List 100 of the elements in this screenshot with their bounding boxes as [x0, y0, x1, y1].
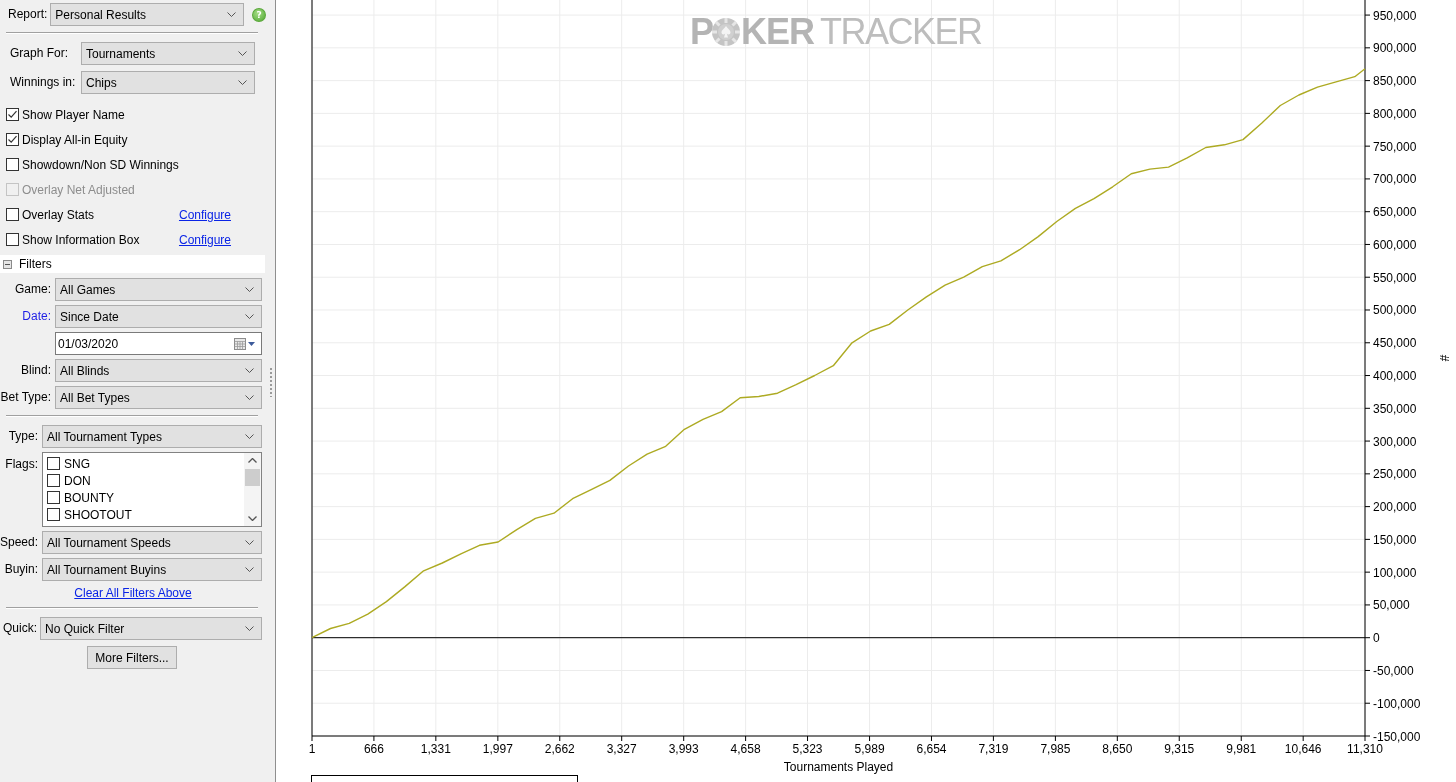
axis-tick-label: 8,650: [1102, 742, 1133, 756]
dropdown[interactable]: All Bet Types: [55, 386, 262, 409]
axis-tick-label: 350,000: [1373, 401, 1417, 416]
dropdown[interactable]: Since Date: [55, 305, 262, 328]
chevron-down-icon: [245, 314, 254, 319]
axis-tick-label: 5,323: [792, 742, 823, 756]
dropdown[interactable]: All Blinds: [55, 359, 262, 382]
scrollbar-thumb[interactable]: [245, 469, 260, 486]
checkbox[interactable]: [47, 474, 60, 487]
field-label: Bet Type:: [0, 390, 51, 405]
axis-tick-label: -100,000: [1373, 696, 1421, 711]
axis-tick-label: 650,000: [1373, 205, 1417, 220]
grip-icon[interactable]: [269, 368, 272, 397]
axis-tick-label: 900,000: [1373, 41, 1417, 56]
checkbox[interactable]: [47, 508, 60, 521]
filters-header[interactable]: Filters: [0, 255, 265, 273]
checkbox[interactable]: [6, 133, 19, 146]
axis-tick-label: 2,662: [544, 742, 575, 756]
checkbox[interactable]: [47, 457, 60, 470]
chevron-down-icon: [245, 540, 254, 545]
date-field[interactable]: 01/03/2020: [55, 332, 262, 355]
checkbox-label[interactable]: SNG: [64, 456, 90, 471]
axis-tick-label: 9,315: [1164, 742, 1195, 756]
chevron-down-icon: [245, 434, 254, 439]
logo-text: TRACKER: [820, 12, 982, 52]
axis-tick-label: 400,000: [1373, 369, 1417, 384]
axis-tick-label: 600,000: [1373, 237, 1417, 252]
axis-title: #: [1437, 354, 1451, 362]
checkbox[interactable]: [6, 208, 19, 221]
checkbox-label[interactable]: DON: [64, 473, 91, 488]
collapse-icon[interactable]: [3, 259, 12, 269]
more-filters-button[interactable]: More Filters...: [87, 646, 177, 669]
axis-tick-label: 10,646: [1284, 742, 1322, 756]
axis-tick-label: 5,989: [854, 742, 885, 756]
chevron-down-icon: [238, 80, 247, 85]
chevron-up-icon[interactable]: [248, 458, 257, 463]
checkbox-label[interactable]: Display All-in Equity: [22, 132, 128, 147]
field-label: Flags:: [5, 456, 38, 472]
axis-tick-label: 300,000: [1373, 434, 1417, 449]
checkbox[interactable]: [6, 108, 19, 121]
section-title: Filters: [19, 257, 52, 271]
axis-tick-label: 9,981: [1226, 742, 1257, 756]
chevron-down-icon[interactable]: [248, 516, 257, 521]
checkbox-label[interactable]: BOUNTY: [64, 490, 114, 505]
field-label: Speed:: [0, 535, 38, 550]
axis-tick-label: 850,000: [1373, 74, 1417, 89]
axis-tick-label: 6,654: [916, 742, 947, 756]
field-label: Game:: [15, 282, 51, 297]
checkbox[interactable]: [6, 158, 19, 171]
dropdown[interactable]: Tournaments: [81, 42, 255, 65]
logo-text: KER: [741, 12, 815, 52]
checkbox[interactable]: [47, 491, 60, 504]
axis-tick-label: 4,658: [730, 742, 761, 756]
axis-tick-label: 7,319: [978, 742, 1009, 756]
chevron-down-icon: [245, 368, 254, 373]
clear-filters-link[interactable]: Clear All Filters Above: [74, 586, 192, 600]
calendar-icon[interactable]: [234, 337, 246, 350]
scrollbar[interactable]: [244, 453, 261, 526]
checkbox-label[interactable]: Overlay Stats: [22, 207, 95, 222]
chevron-down-icon: [245, 567, 254, 572]
axis-tick-label: 550,000: [1373, 270, 1417, 285]
axis-tick-label: 500,000: [1373, 303, 1417, 318]
axis-tick-label: 3,993: [668, 742, 699, 756]
field-label: Report:: [8, 7, 48, 22]
axis-tick-label: -50,000: [1373, 663, 1414, 678]
dropdown[interactable]: No Quick Filter: [40, 617, 262, 640]
axis-tick-label: 1,331: [420, 742, 451, 756]
axis-tick-label: 100,000: [1373, 565, 1417, 580]
axis-tick-label: 800,000: [1373, 106, 1417, 121]
axis-tick-label: 450,000: [1373, 336, 1417, 351]
chevron-down-icon: [245, 626, 254, 631]
checkbox-label[interactable]: SHOOTOUT: [64, 507, 132, 522]
chevron-down-icon: [238, 51, 247, 56]
chevron-down-icon: [227, 12, 236, 17]
field-label: Quick:: [3, 621, 37, 636]
dropdown[interactable]: Chips: [81, 71, 255, 94]
checkbox-label[interactable]: Show Player Name: [22, 107, 125, 122]
configure-link[interactable]: Configure: [178, 232, 231, 247]
axis-tick-label: 950,000: [1373, 8, 1417, 23]
configure-link[interactable]: Configure: [178, 207, 231, 222]
field-label: Type:: [8, 429, 38, 444]
axis-tick-label: 3,327: [606, 742, 637, 756]
axis-tick-label: 0: [1373, 631, 1380, 646]
axis-tick-label: -150,000: [1373, 729, 1421, 744]
axis-tick-label: 700,000: [1373, 172, 1417, 187]
dropdown[interactable]: All Tournament Types: [42, 425, 262, 448]
report-dropdown[interactable]: Personal Results: [50, 3, 244, 26]
checkbox[interactable]: [6, 233, 19, 246]
axis-tick-label: 200,000: [1373, 500, 1417, 515]
axis-title: Tournaments Played: [783, 760, 894, 774]
caret-down-icon[interactable]: [248, 341, 255, 346]
axis-tick-label: 1: [308, 742, 316, 756]
axis-tick-label: 7,985: [1040, 742, 1071, 756]
axis-tick-label: 50,000: [1373, 598, 1410, 613]
dropdown[interactable]: All Tournament Speeds: [42, 531, 262, 554]
axis-tick-label: 250,000: [1373, 467, 1417, 482]
checkbox-label[interactable]: Showdown/Non SD Winnings: [22, 157, 179, 172]
checkbox-label[interactable]: Show Information Box: [22, 232, 140, 247]
dropdown[interactable]: All Tournament Buyins: [42, 558, 262, 581]
dropdown[interactable]: All Games: [55, 278, 262, 301]
